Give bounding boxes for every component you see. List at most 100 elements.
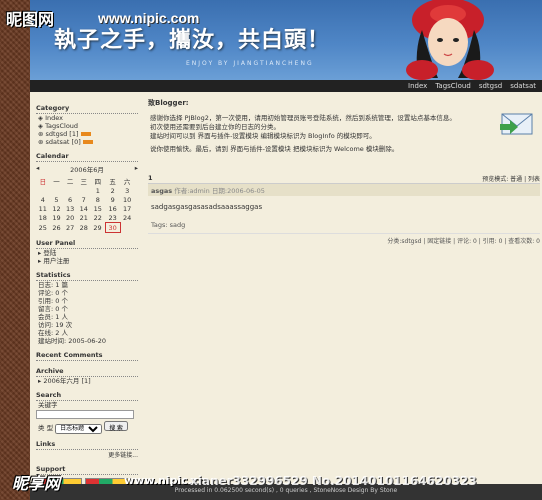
calendar-day: 2 [110,186,115,195]
calendar-heading: Calendar [36,152,138,162]
banner-title: 執子之手，攜汝，共白頭！ [54,27,331,53]
search-input[interactable] [36,409,134,419]
envelope-icon [500,113,533,135]
stat-line: 评论: 0 个 [38,289,68,297]
post-meta: 作者:admin 日期:2006-06-05 [174,187,265,195]
nav-item-sdtgsd[interactable]: sdtgsd [479,82,502,90]
top-nav: Index TagsCloud sdtgsd sdatsat [30,80,542,92]
calendar-day: 7 [81,195,86,204]
welcome-line: 说你使用愉快。最后，请到 界面与插件-设置模块 把模块标识为 Welcome 模… [150,145,399,153]
category-item-index[interactable]: ◈ Index [36,114,138,122]
calendar-day: 23 [108,213,117,222]
calendar-day: 10 [123,195,132,204]
calendar-day [50,186,64,195]
stat-line: 日志: 1 篇 [38,281,68,289]
calendar-day: 11 [38,204,47,213]
watermark-logo-bottom: 昵享网 [12,474,61,493]
login-link[interactable]: ▸ 登陆 [36,249,138,257]
nav-item-index[interactable]: Index [408,82,427,90]
calendar-day: 4 [40,195,45,204]
rss-icon: ⊛ [38,130,46,138]
keyword-label: 关键字 [38,401,58,409]
calendar-nav: ◂ 2006年6月 ▸ [36,164,138,174]
calendar-day: 5 [54,195,59,204]
stat-line: 建站时间: 2005-06-20 [38,337,107,345]
weekday: 四 [94,178,102,186]
post-title[interactable]: asgas [151,187,172,195]
search-heading: Search [36,391,138,401]
watermark-logo-top: 昵图网 [6,10,55,29]
nav-item-tagscloud[interactable]: TagsCloud [435,82,471,90]
watermark-url-top: www.nipic.com [98,10,200,26]
recent-comments-heading: Recent Comments [36,351,138,361]
calendar-day: 26 [52,223,61,232]
category-item-tagscloud[interactable]: ◈ TagsCloud [36,122,138,130]
calendar-day: 25 [38,223,47,232]
calendar-day: 21 [79,213,88,222]
calendar-day: 12 [52,204,61,213]
welcome-line: 感谢你选择 PJBlog2，第一次使用，请用初始管理员账号登陆系统，然后到系统管… [150,114,456,122]
calendar-day: 3 [125,186,130,195]
calendar-day: 28 [79,223,88,232]
calendar-table: 日 一 二 三 四 五 六 123 4 5 6 7 8 9 10 11 12 13 14 15 16 1… [36,176,134,233]
calendar-day: 1 [95,186,100,195]
next-month-icon[interactable]: ▸ [135,164,138,174]
register-link[interactable]: ▸ 用户注册 [36,257,138,265]
calendar-day: 19 [52,213,61,222]
calendar-day: 20 [65,213,75,222]
weekday: 日 [39,178,47,186]
main-content: 致Blogger: 感谢你选择 PJBlog2，第一次使用，请用初始管理员账号登… [148,98,540,245]
calendar-day-today[interactable]: 30 [104,222,121,233]
calendar-month: 2006年6月 [70,166,104,174]
search-button[interactable]: 搜 索 [104,420,128,432]
category-item-sdatsat[interactable]: ⊛ sdatsat [0] [36,138,138,146]
calendar-day: 27 [65,223,75,232]
calendar-day: 14 [79,204,88,213]
calendar-weekdays: 日 一 二 三 四 五 六 [36,176,134,186]
watermark-id: xianer332996529 No.20140101164620323 [190,474,477,488]
stat-line: 会员: 1 人 [38,313,68,321]
calendar-day: 24 [123,213,132,222]
search-type-select[interactable]: 日志标题 [55,423,103,434]
calendar-day: 17 [123,204,132,213]
search-type-row: 类 型 日志标题 搜 索 [36,420,138,434]
rss-badge[interactable] [80,132,91,136]
rss-icon: ⊛ [38,138,46,146]
category-item-sdtgsd[interactable]: ⊛ sdtgsd [1] [36,130,138,138]
nav-item-sdatsat[interactable]: sdatsat [510,82,536,90]
calendar-week: 1 2 3 [36,186,134,195]
prev-month-icon[interactable]: ◂ [36,164,39,174]
post-title-bar: asgas 作者:admin 日期:2006-06-05 [148,183,540,196]
calendar-day [120,223,134,233]
statistics-heading: Statistics [36,271,138,281]
more-links[interactable]: 更多链接... [36,450,138,459]
view-mode[interactable]: 预览模式: 普通 | 列表 [482,174,540,183]
welcome-line: 建站时间可以到 界面与插件-设置模块 编辑模块标识为 BlogInfo 的模块即… [150,132,376,140]
post-tags: Tags: sadg [151,221,186,229]
blog-page: 執子之手，攜汝，共白頭！ ENJOY BY JIANGTIANCHENG Ind… [30,0,542,500]
calendar-day: 9 [110,195,115,204]
calendar-day [77,186,91,195]
girl-illustration [406,0,494,80]
banner-subtitle: ENJOY BY JIANGTIANCHENG [186,60,314,67]
calendar-day: 8 [95,195,100,204]
blogger-label: 致Blogger: [148,99,189,107]
calendar-day: 13 [65,204,75,213]
weekday: 二 [66,178,74,186]
archive-item[interactable]: ▸ 2006年六月 [1] [36,377,138,385]
stat-line: 留言: 0 个 [38,305,68,313]
rss-badge[interactable] [82,140,93,144]
links-heading: Links [36,440,138,450]
calendar-day: 22 [93,213,102,222]
calendar-week: 11 12 13 14 15 16 17 [36,204,134,213]
calendar-day [63,186,77,195]
post-index: 1 [148,174,153,182]
stat-line: 引用: 0 个 [38,297,68,305]
category-heading: Category [36,104,138,114]
weekday: 五 [109,178,116,186]
stat-line: 访问: 19 次 [38,321,73,329]
calendar-day: 16 [108,204,117,213]
archive-heading: Archive [36,367,138,377]
user-panel-heading: User Panel [36,239,138,249]
calendar-day: 15 [93,204,102,213]
